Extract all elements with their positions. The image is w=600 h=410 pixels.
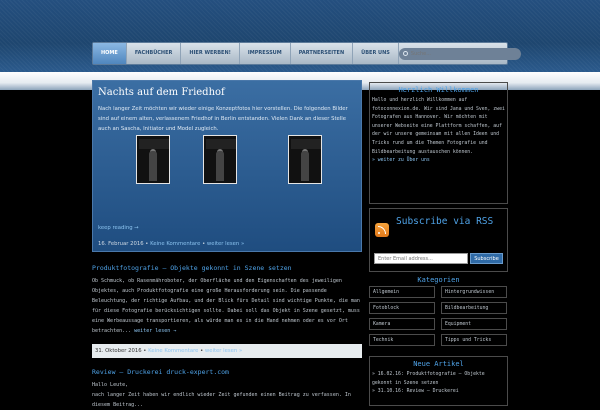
post-title[interactable]: Produktfotografie – Objekte gekonnt in S… [92,264,362,272]
categories-title: Kategorien [417,276,460,284]
post: Review – Druckerei druck-expert.com Hall… [92,368,362,410]
nav-home[interactable]: HOME [93,43,127,64]
inline-read-more-link[interactable]: weiter lesen → [134,328,176,334]
nav-ueber-uns[interactable]: ÜBER UNS [353,43,399,64]
welcome-text: Hallo und herzlich Willkommen auf fotoco… [372,98,505,155]
post-date: 31. Oktober 2016 [95,348,142,354]
category-item[interactable]: Bildbearbeitung [441,302,507,314]
gallery-image[interactable] [203,135,237,184]
new-articles-widget: Neue Artikel » 16.02.16: Produktfotograf… [369,356,508,406]
comments-link[interactable]: Keine Kommentare [150,241,200,247]
nav-impressum[interactable]: IMPRESSUM [240,43,291,64]
main-navigation: HOME FACHBÜCHER HIER WERBEN! IMPRESSUM P… [92,42,521,65]
post-excerpt-text: Ob Schmuck, ob Rasenmähroboter, der Ober… [92,278,360,334]
welcome-widget: Herzlich Willkommen Hallo und herzlich W… [369,82,508,204]
post-meta: 16. Februar 2016 • Keine Kommentare • we… [98,241,245,247]
post-title[interactable]: Review – Druckerei druck-expert.com [92,368,362,376]
post-excerpt: Hallo Leute, nach langer Zeit haben wir … [92,380,362,410]
gallery-image[interactable] [288,135,322,184]
new-article-link[interactable]: » 31.10.16: Review – Druckerei [372,388,505,397]
category-item[interactable]: Equipment [441,318,507,330]
welcome-more-link[interactable]: » weiter zu Über uns [372,157,505,166]
keep-reading-link[interactable]: keep reading → [98,225,139,231]
read-more-link[interactable]: weiter lesen » [207,241,244,247]
read-more-link[interactable]: weiter lesen » [205,348,242,354]
comments-link[interactable]: Keine Kommentare [148,348,198,354]
search-input[interactable] [407,50,521,57]
rss-title[interactable]: Subscribe via RSS [396,216,504,228]
new-article-link[interactable]: » 16.02.16: Produktfotografie – Objekte … [372,371,505,388]
category-item[interactable]: Allgemein [369,286,435,298]
category-item[interactable]: Technik [369,334,435,346]
welcome-title: Herzlich Willkommen [398,86,479,94]
featured-post-text: Nach langer Zeit möchten wir wieder eini… [98,106,348,132]
category-item[interactable]: Fotoblock [369,302,435,314]
post-meta: 31. Oktober 2016 • Keine Kommentare • we… [92,344,362,358]
gallery-image[interactable] [136,135,170,184]
post: Produktfotografie – Objekte gekonnt in S… [92,264,362,336]
rss-widget: Subscribe via RSS Subscribe [369,208,508,272]
nav-fachbuecher[interactable]: FACHBÜCHER [127,43,182,64]
featured-post-title[interactable]: Nachts auf dem Friedhof [98,87,356,98]
category-item[interactable]: Kamera [369,318,435,330]
nav-hier-werben[interactable]: HIER WERBEN! [181,43,240,64]
post-date: 16. Februar 2016 [98,241,144,247]
post-excerpt-line: nach langer Zeit haben wir endlich wiede… [92,392,351,408]
post-excerpt: Ob Schmuck, ob Rasenmähroboter, der Ober… [92,276,362,336]
category-item[interactable]: Hintergrundwissen [441,286,507,298]
search-box [398,47,521,60]
featured-post: Nachts auf dem Friedhof Nach langer Zeit… [92,80,362,252]
category-item[interactable]: Tipps und Tricks [441,334,507,346]
email-input[interactable] [374,253,468,264]
subscribe-button[interactable]: Subscribe [470,253,503,264]
post-excerpt-line: Hallo Leute, [92,382,129,388]
nav-partnerseiten[interactable]: PARTNERSEITEN [291,43,354,64]
rss-icon[interactable] [375,223,389,237]
new-articles-title: Neue Artikel [413,360,464,368]
